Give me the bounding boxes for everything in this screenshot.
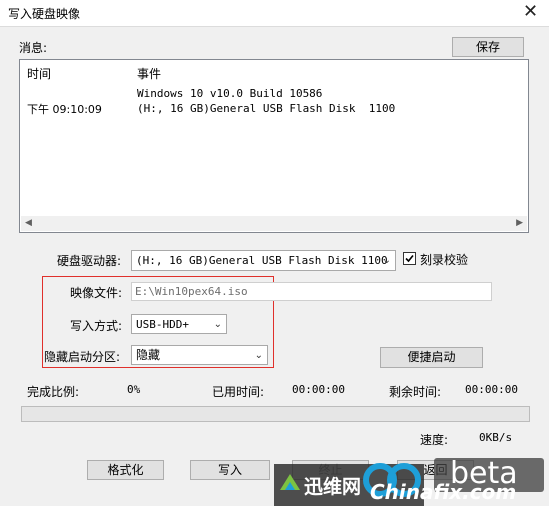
hidden-partition-label: 隐藏启动分区: [44, 350, 121, 364]
chinafix-logo-icon [280, 474, 300, 490]
verify-label: 刻录校验 [420, 253, 469, 267]
drive-label: 硬盘驱动器: [57, 254, 122, 268]
log-row-1-event: Windows 10 v10.0 Build 10586 [137, 87, 323, 100]
checkmark-icon [405, 254, 414, 263]
save-button[interactable]: 保存 [452, 37, 524, 57]
chevron-down-icon: ⌄ [254, 350, 263, 361]
title-bar: 写入硬盘映像 ✕ [0, 0, 549, 27]
watermark-cn-text: 迅维网 [304, 476, 362, 498]
log-header-time: 时间 [27, 67, 52, 81]
image-file-label: 映像文件: [70, 286, 123, 300]
close-icon[interactable]: ✕ [512, 0, 549, 26]
log-row-2-event: (H:, 16 GB)General USB Flash Disk 1100 [137, 102, 396, 115]
watermark-beta-text: beta [450, 456, 518, 491]
write-mode-select[interactable]: USB-HDD+ ⌄ [131, 314, 227, 334]
log-header-event: 事件 [137, 67, 162, 81]
chevron-down-icon: ⌄ [382, 255, 391, 266]
complete-value: 0% [127, 383, 141, 396]
remaining-value: 00:00:00 [465, 383, 518, 396]
progress-bar [21, 406, 530, 422]
log-row-2-time: 下午 09:10:09 [27, 103, 102, 116]
write-button[interactable]: 写入 [190, 460, 270, 480]
speed-value: 0KB/s [479, 431, 513, 444]
window-title: 写入硬盘映像 [8, 7, 81, 21]
message-log[interactable]: 时间 事件 Windows 10 v10.0 Build 10586 下午 09… [19, 59, 529, 233]
hidden-partition-select[interactable]: 隐藏 ⌄ [131, 345, 268, 365]
messages-label: 消息: [19, 41, 48, 55]
elapsed-value: 00:00:00 [292, 383, 345, 396]
complete-label: 完成比例: [27, 385, 80, 399]
write-mode-label: 写入方式: [70, 319, 123, 333]
hidden-partition-value: 隐藏 [136, 348, 161, 362]
image-file-input[interactable]: E:\Win10pex64.iso [131, 282, 492, 301]
verify-checkbox[interactable] [403, 252, 416, 265]
quick-boot-button[interactable]: 便捷启动 [380, 347, 483, 368]
scroll-left-icon[interactable]: ◀ [25, 218, 32, 228]
horizontal-scrollbar[interactable]: ◀ ▶ [21, 216, 527, 231]
write-mode-value: USB-HDD+ [136, 318, 189, 331]
chevron-down-icon: ⌄ [213, 319, 222, 330]
elapsed-label: 已用时间: [212, 385, 265, 399]
speed-label: 速度: [420, 433, 449, 447]
scroll-right-icon[interactable]: ▶ [516, 218, 523, 228]
remaining-label: 剩余时间: [389, 385, 442, 399]
watermark: 迅维网 Chinafix.com beta [274, 456, 549, 506]
drive-select[interactable]: (H:, 16 GB)General USB Flash Disk 1100 ⌄ [131, 250, 396, 271]
format-button[interactable]: 格式化 [87, 460, 164, 480]
drive-select-value: (H:, 16 GB)General USB Flash Disk 1100 [136, 254, 388, 267]
